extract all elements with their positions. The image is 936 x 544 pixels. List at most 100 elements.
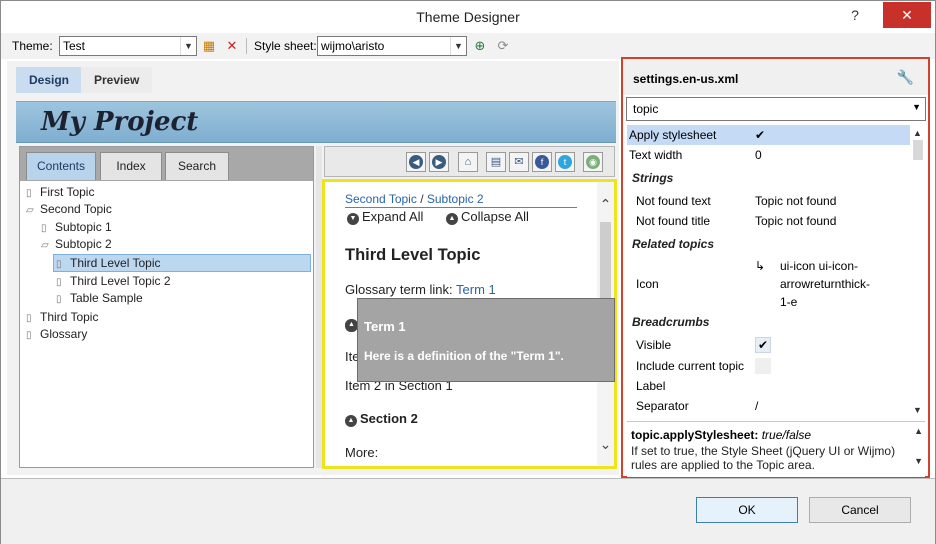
scroll-down-icon[interactable]: ⌄ — [597, 436, 614, 453]
delete-theme-icon[interactable]: ✕ — [223, 37, 241, 55]
glossary-tooltip: Term 1 Here is a definition of the "Term… — [357, 298, 615, 382]
stylesheet-combo[interactable]: wijmo\aristo ▼ — [317, 36, 467, 56]
cancel-button[interactable]: Cancel — [809, 497, 911, 523]
property-row-icon[interactable]: Icon ↳ ui-icon ui-icon- arrowreturnthick… — [627, 257, 910, 311]
open-folder-icon: ▱ — [41, 240, 49, 251]
settings-group-value: topic — [633, 102, 659, 116]
ok-button[interactable]: OK — [696, 497, 798, 523]
topic-breadcrumb: Second Topic / Subtopic 2 — [345, 192, 577, 208]
property-row-visible[interactable]: Visible ✔ — [627, 335, 910, 355]
home-button[interactable]: ⌂ — [458, 152, 478, 172]
facebook-button[interactable]: f — [532, 152, 552, 172]
page-icon: ▯ — [56, 294, 62, 305]
scroll-up-icon[interactable]: ▲ — [913, 128, 922, 138]
checkbox-checked[interactable]: ✔ — [755, 337, 771, 353]
dialog-footer: OK Cancel — [1, 479, 935, 544]
new-theme-icon[interactable]: ▦ — [200, 37, 218, 55]
description-heading: topic.applyStylesheet: true/false — [631, 428, 812, 442]
tab-preview[interactable]: Preview — [81, 67, 153, 93]
tree-node[interactable]: ▯ Third Topic — [26, 309, 98, 326]
tree-node-selected[interactable]: ▯ Third Level Topic — [53, 254, 311, 272]
project-banner: My Project — [16, 101, 616, 143]
tab-search[interactable]: Search — [165, 152, 229, 180]
glossary-term-link[interactable]: Term 1 — [456, 282, 496, 297]
property-row-text-width[interactable]: Text width 0 — [627, 145, 910, 165]
page-icon: ▯ — [26, 330, 32, 341]
expand-all-link[interactable]: ▼ Expand All — [347, 209, 423, 225]
topic-toolbar: ◀ ▶ ⌂ ▤ ✉ f t ◉ — [324, 146, 615, 177]
open-folder-icon: ▱ — [26, 205, 34, 216]
tab-contents[interactable]: Contents — [26, 152, 96, 180]
page-icon: ▯ — [56, 277, 62, 288]
collapse-all-link[interactable]: ▲ Collapse All — [446, 209, 529, 225]
email-icon: ✉ — [514, 156, 524, 168]
property-grid-scrollbar[interactable]: ▲ ▼ — [910, 125, 926, 417]
tooltip-term: Term 1 — [364, 319, 406, 334]
settings-filename: settings.en-us.xml — [633, 72, 739, 86]
tooltip-definition: Here is a definition of the "Term 1". — [364, 349, 564, 363]
tree-node[interactable]: ▯ First Topic — [26, 184, 94, 201]
previous-button[interactable]: ◀ — [406, 152, 426, 172]
help-button[interactable]: ? — [833, 2, 877, 28]
twitter-button[interactable]: t — [555, 152, 575, 172]
topic-heading: Third Level Topic — [345, 246, 481, 264]
share-button[interactable]: ◉ — [583, 152, 603, 172]
property-row-separator[interactable]: Separator / — [627, 396, 910, 416]
theme-toolbar: Theme: Test ▼ ▦ ✕ Style sheet: wijmo\ari… — [1, 33, 935, 59]
tab-index[interactable]: Index — [100, 152, 162, 180]
tree-node[interactable]: ▯ Table Sample — [56, 290, 143, 307]
home-icon: ⌂ — [464, 156, 472, 168]
settings-group-combo[interactable]: topic ▼ — [626, 97, 926, 121]
chevron-down-icon[interactable]: ▼ — [912, 102, 921, 112]
print-button[interactable]: ▤ — [486, 152, 506, 172]
breadcrumb-link[interactable]: Second Topic — [345, 192, 417, 206]
scroll-down-icon[interactable]: ▼ — [914, 456, 923, 466]
section-heading[interactable]: ▲ Section 2 — [345, 411, 418, 427]
add-stylesheet-icon[interactable]: ⊕ — [471, 37, 489, 55]
checkbox-unchecked[interactable] — [755, 358, 771, 374]
checkbox-checked[interactable]: ✔ — [755, 125, 765, 145]
property-row-not-found-title[interactable]: Not found title Topic not found — [627, 211, 910, 231]
scroll-up-icon[interactable]: ⌃ — [597, 196, 614, 213]
scroll-thumb[interactable] — [913, 140, 923, 160]
arrow-right-icon: ▶ — [432, 155, 446, 169]
refresh-stylesheet-icon[interactable]: ⟳ — [494, 37, 512, 55]
page-icon: ▯ — [41, 223, 47, 234]
theme-combo[interactable]: Test ▼ — [59, 36, 197, 56]
breadcrumb-separator: / — [420, 192, 424, 206]
next-button[interactable]: ▶ — [429, 152, 449, 172]
section-strings: Strings — [627, 167, 910, 189]
tree-node[interactable]: ▯ Glossary — [26, 326, 87, 343]
close-button[interactable]: ✕ — [883, 2, 931, 28]
tree-node[interactable]: ▯ Subtopic 1 — [41, 219, 112, 236]
property-row-apply-stylesheet[interactable]: Apply stylesheet ✔ — [627, 125, 910, 145]
wrench-icon[interactable]: 🔧 — [897, 69, 914, 86]
tree-node[interactable]: ▱ Subtopic 2 — [41, 236, 112, 253]
twitter-icon: t — [558, 155, 572, 169]
tree-node[interactable]: ▯ Third Level Topic 2 — [56, 273, 171, 290]
project-title: My Project — [41, 107, 199, 137]
tree-node[interactable]: ▱ Second Topic — [26, 201, 112, 218]
theme-combo-value: Test — [63, 39, 86, 53]
property-row-label[interactable]: Label — [627, 376, 910, 396]
navigation-panel: Contents Index Search ▯ First Topic ▱ Seco… — [19, 146, 314, 468]
chevron-down-icon[interactable]: ▼ — [180, 37, 196, 55]
glossary-line: Glossary term link: Term 1 — [345, 282, 496, 297]
breadcrumb-link[interactable]: Subtopic 2 — [427, 192, 484, 206]
scroll-down-icon[interactable]: ▼ — [913, 405, 922, 415]
scroll-up-icon[interactable]: ▲ — [914, 426, 923, 436]
tab-design[interactable]: Design — [16, 67, 83, 93]
property-description: topic.applyStylesheet: true/false If set… — [627, 421, 925, 477]
print-icon: ▤ — [490, 156, 502, 168]
settings-header: settings.en-us.xml 🔧 — [623, 59, 928, 95]
chevron-down-icon[interactable]: ▼ — [450, 37, 466, 55]
property-row-not-found-text[interactable]: Not found text Topic not found — [627, 191, 910, 211]
arrowreturn-icon: ↳ — [755, 259, 766, 273]
page-icon: ▯ — [26, 188, 32, 199]
property-row-include-current-topic[interactable]: Include current topic — [627, 356, 910, 376]
window-title: Theme Designer — [416, 9, 520, 25]
stylesheet-label: Style sheet: — [254, 39, 317, 53]
expand-icon: ▼ — [347, 213, 359, 225]
toolbar-divider — [246, 38, 247, 54]
email-button[interactable]: ✉ — [509, 152, 529, 172]
